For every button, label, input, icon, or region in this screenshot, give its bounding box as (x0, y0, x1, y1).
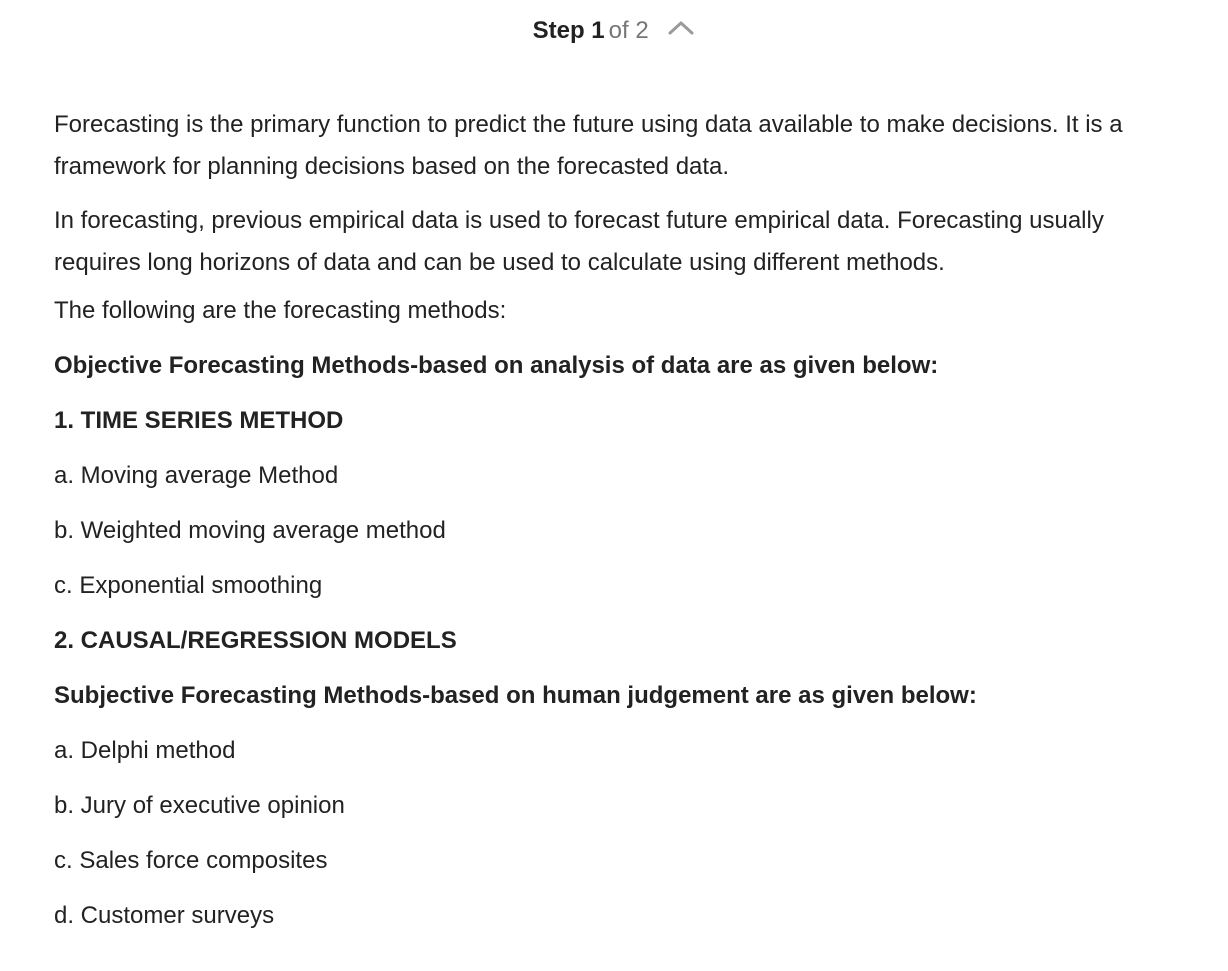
list-item: a. Delphi method (54, 737, 236, 764)
objective-methods-heading: Objective Forecasting Methods-based on a… (54, 352, 939, 379)
step-label: Step 1 (532, 17, 605, 44)
list-item: b. Jury of executive opinion (54, 792, 345, 819)
paragraph-empirical-data: In forecasting, previous empirical data … (54, 207, 1104, 276)
time-series-heading: 1. TIME SERIES METHOD (54, 407, 344, 434)
list-item: b. Weighted moving average method (54, 517, 446, 544)
subjective-methods-heading: Subjective Forecasting Methods-based on … (54, 682, 977, 709)
paragraph-forecasting-definition: Forecasting is the primary function to p… (54, 111, 1123, 180)
methods-intro: The following are the forecasting method… (54, 297, 507, 324)
causal-regression-heading: 2. CAUSAL/REGRESSION MODELS (54, 627, 457, 654)
list-item: c. Sales force composites (54, 847, 328, 874)
step-header: Step 1 of 2 (0, 14, 1228, 48)
chevron-up-icon[interactable] (667, 12, 695, 46)
solution-content: Forecasting is the primary function to p… (54, 104, 1194, 956)
list-item: a. Moving average Method (54, 462, 339, 489)
list-item: c. Exponential smoothing (54, 572, 323, 599)
list-item: d. Customer surveys (54, 902, 275, 929)
step-count: of 2 (608, 17, 649, 44)
